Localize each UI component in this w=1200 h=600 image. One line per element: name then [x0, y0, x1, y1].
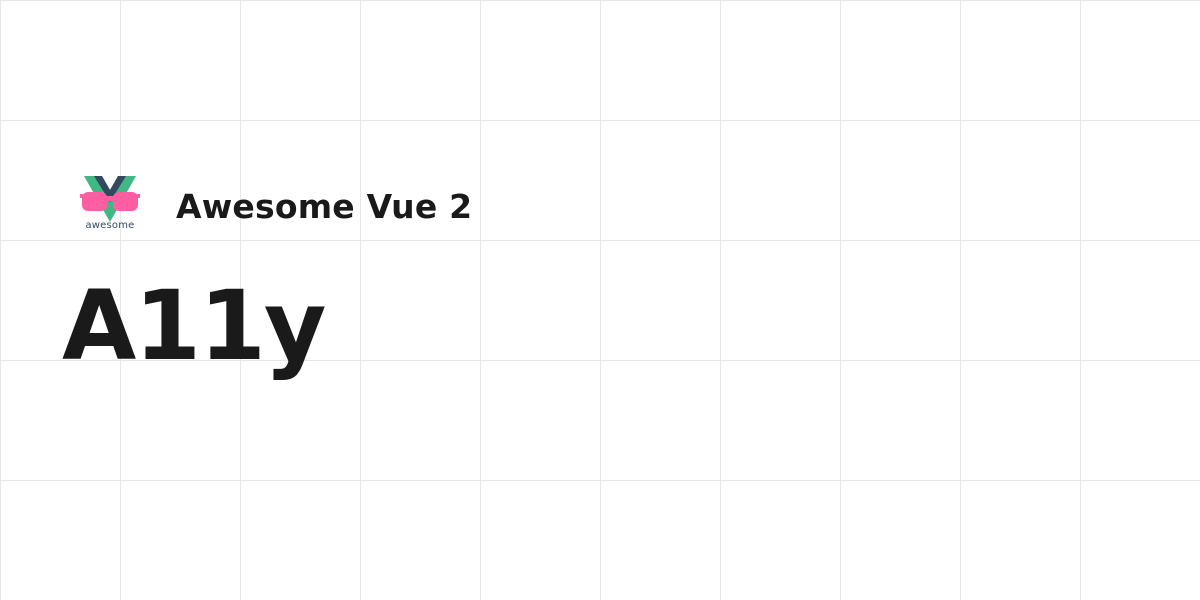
brand-logo: awesome — [80, 176, 140, 236]
logo-caption: awesome — [85, 220, 135, 231]
og-card: awesome Awesome Vue 2 A11y — [0, 0, 1200, 600]
site-name: Awesome Vue 2 — [176, 187, 473, 226]
awesome-vue-logo-icon: awesome — [80, 176, 140, 236]
page-title: A11y — [62, 270, 326, 382]
